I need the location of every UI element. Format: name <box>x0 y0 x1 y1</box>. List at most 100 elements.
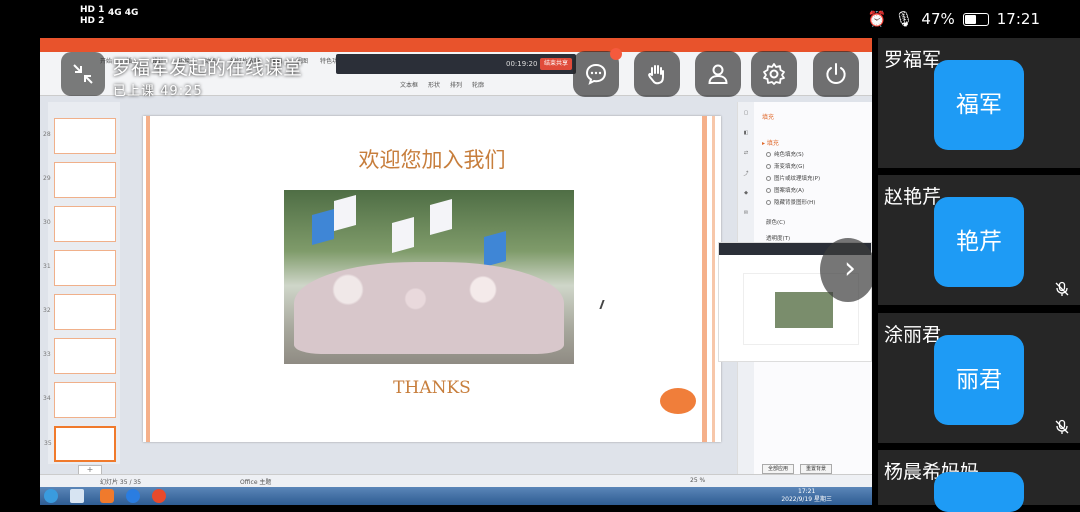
slide-thumb-selected[interactable]: 35 <box>44 426 116 462</box>
start-icon[interactable] <box>44 489 58 503</box>
alarm-icon: ⏰ <box>867 10 887 28</box>
participant-tile[interactable]: 罗福军 福军 <box>878 38 1080 168</box>
fill-option[interactable]: 隐藏背景图形(H) <box>766 198 815 206</box>
transition-icon[interactable]: ⇄ <box>740 150 752 156</box>
share-icon[interactable]: ⤴ <box>740 170 752 177</box>
browser-icon[interactable] <box>126 489 140 503</box>
shared-screen: 开始 插入 设计 切换 动画 幻灯片放映 审阅 视图 特色功能 00:19:20… <box>40 38 872 505</box>
avatar <box>934 472 1024 512</box>
properties-icon[interactable]: ◆ <box>740 190 752 196</box>
mic-muted-icon <box>1055 419 1069 434</box>
group-photo <box>284 190 574 364</box>
mic-icon: 🎙 <box>894 10 914 28</box>
sim1-label: HD 1 <box>80 5 105 15</box>
preview-photo <box>775 292 833 328</box>
ribbon-tool[interactable]: 形状 <box>428 80 440 89</box>
profile-button[interactable] <box>695 51 741 97</box>
participants-panel: 罗福军 福军 赵艳芹 艳芹 涂丽君 丽君 杨晨希妈妈 <box>878 38 1080 512</box>
transparency-label: 透明度(T) <box>766 236 791 242</box>
slide-thumb[interactable]: 32 <box>43 294 116 330</box>
elapsed-label: 已上课 <box>113 84 156 99</box>
apply-all-button[interactable]: 全部应用 <box>762 464 794 474</box>
slide-thumb[interactable]: 31 <box>43 250 116 286</box>
share-timer: 00:19:20 <box>506 60 538 68</box>
slide-thumb[interactable]: 30 <box>43 206 116 242</box>
flag <box>334 195 356 231</box>
class-elapsed: 已上课 49:25 <box>113 80 203 99</box>
slide-dot <box>660 388 696 414</box>
end-share-button[interactable]: 结束共享 <box>540 58 572 70</box>
slide-footer: THANKS <box>393 378 471 398</box>
ppt-status-bar: 幻灯片 35 / 35 Office 主题 25 % <box>40 474 872 487</box>
participant-tile[interactable]: 赵艳芹 艳芹 <box>878 175 1080 305</box>
sim-indicators: HD 1 HD 2 <box>80 5 104 27</box>
style-icon[interactable]: ◧ <box>740 130 752 136</box>
status-bar: HD 1 HD 2 4G 4G ⏰ 🎙 47% 17:21 <box>0 0 1080 38</box>
sim2-label: HD 2 <box>80 16 105 26</box>
new-icon[interactable]: ▢ <box>740 110 752 116</box>
raise-hand-button[interactable] <box>634 51 680 97</box>
person-icon <box>708 64 728 84</box>
chevron-right-icon[interactable]: › <box>820 238 872 302</box>
ribbon-tool[interactable]: 文本框 <box>400 80 418 89</box>
color-label: 颜色(C) <box>766 220 786 226</box>
windows-taskbar: 17:21 2022/9/19 星期三 <box>40 487 872 505</box>
elapsed-time: 49:25 <box>160 84 203 99</box>
participant-name: 罗福军 <box>884 49 942 71</box>
collapse-icon <box>73 64 93 84</box>
ribbon-tool[interactable]: 轮廓 <box>472 80 484 89</box>
avatar: 福军 <box>934 60 1024 150</box>
pane-section-fill[interactable]: ▸ 填充 <box>762 138 779 147</box>
avatar: 艳芹 <box>934 197 1024 287</box>
clock: 17:21 <box>996 10 1040 28</box>
slide-thumb[interactable]: 29 <box>43 162 116 198</box>
reset-background-button[interactable]: 重置背景 <box>800 464 832 474</box>
slide-canvas: 欢迎您加入我们 THANKS <box>143 116 721 442</box>
participant-tile[interactable]: 杨晨希妈妈 <box>878 450 1080 512</box>
battery-percent: 47% <box>921 10 955 28</box>
avatar: 丽君 <box>934 335 1024 425</box>
app-icon[interactable] <box>152 489 166 503</box>
slide-title: 欢迎您加入我们 <box>358 148 506 172</box>
chat-icon <box>585 63 607 85</box>
chat-button[interactable] <box>573 48 622 97</box>
signal-label: 4G 4G <box>108 8 139 18</box>
pane-tab-fill[interactable]: 填充 <box>762 112 774 121</box>
flag <box>312 209 334 245</box>
fill-option[interactable]: 纯色填充(S) <box>766 150 804 158</box>
flag <box>392 217 414 253</box>
power-icon <box>826 63 846 85</box>
battery-icon <box>962 12 989 26</box>
status-right: ⏰ 🎙 47% 17:21 <box>868 10 1040 28</box>
fill-option[interactable]: 图案填充(A) <box>766 186 804 194</box>
zoom-level[interactable]: 25 % <box>690 477 705 484</box>
participant-tile[interactable]: 涂丽君 丽君 <box>878 313 1080 443</box>
unread-badge <box>610 48 622 60</box>
slide-thumbnails: 28 29 30 31 32 33 34 35 <box>43 102 120 464</box>
fill-option[interactable]: 渐变填充(G) <box>766 162 805 170</box>
share-control-bar: 00:19:20 结束共享 <box>336 54 576 74</box>
settings-button[interactable] <box>751 51 797 97</box>
slide-thumb[interactable]: 28 <box>43 118 116 154</box>
class-title: 罗福军发起的在线课堂 <box>112 57 303 79</box>
slide-thumb[interactable]: 34 <box>43 382 116 418</box>
gear-icon <box>763 63 785 85</box>
slide-thumb[interactable]: 33 <box>43 338 116 374</box>
wps-titlebar <box>40 38 872 52</box>
theme-name: Office 主题 <box>240 479 272 486</box>
participant-name: 赵艳芹 <box>884 186 942 208</box>
fill-option[interactable]: 图片或纹理填充(P) <box>766 174 820 182</box>
wps-icon[interactable] <box>100 489 114 503</box>
ribbon-tool[interactable]: 排列 <box>450 80 462 89</box>
flag <box>430 199 452 235</box>
taskbar-clock: 17:21 2022/9/19 星期三 <box>781 488 832 503</box>
minimize-button[interactable] <box>61 52 105 96</box>
flag <box>484 231 506 267</box>
raise-hand-icon <box>648 65 664 85</box>
exit-button[interactable] <box>813 51 859 97</box>
crowd <box>294 262 564 354</box>
feedback-icon[interactable]: ✉ <box>740 210 752 216</box>
mic-muted-icon <box>1055 281 1069 296</box>
ribbon-tools: 文本框 形状 排列 轮廓 <box>400 80 484 89</box>
explorer-icon[interactable] <box>70 489 84 503</box>
